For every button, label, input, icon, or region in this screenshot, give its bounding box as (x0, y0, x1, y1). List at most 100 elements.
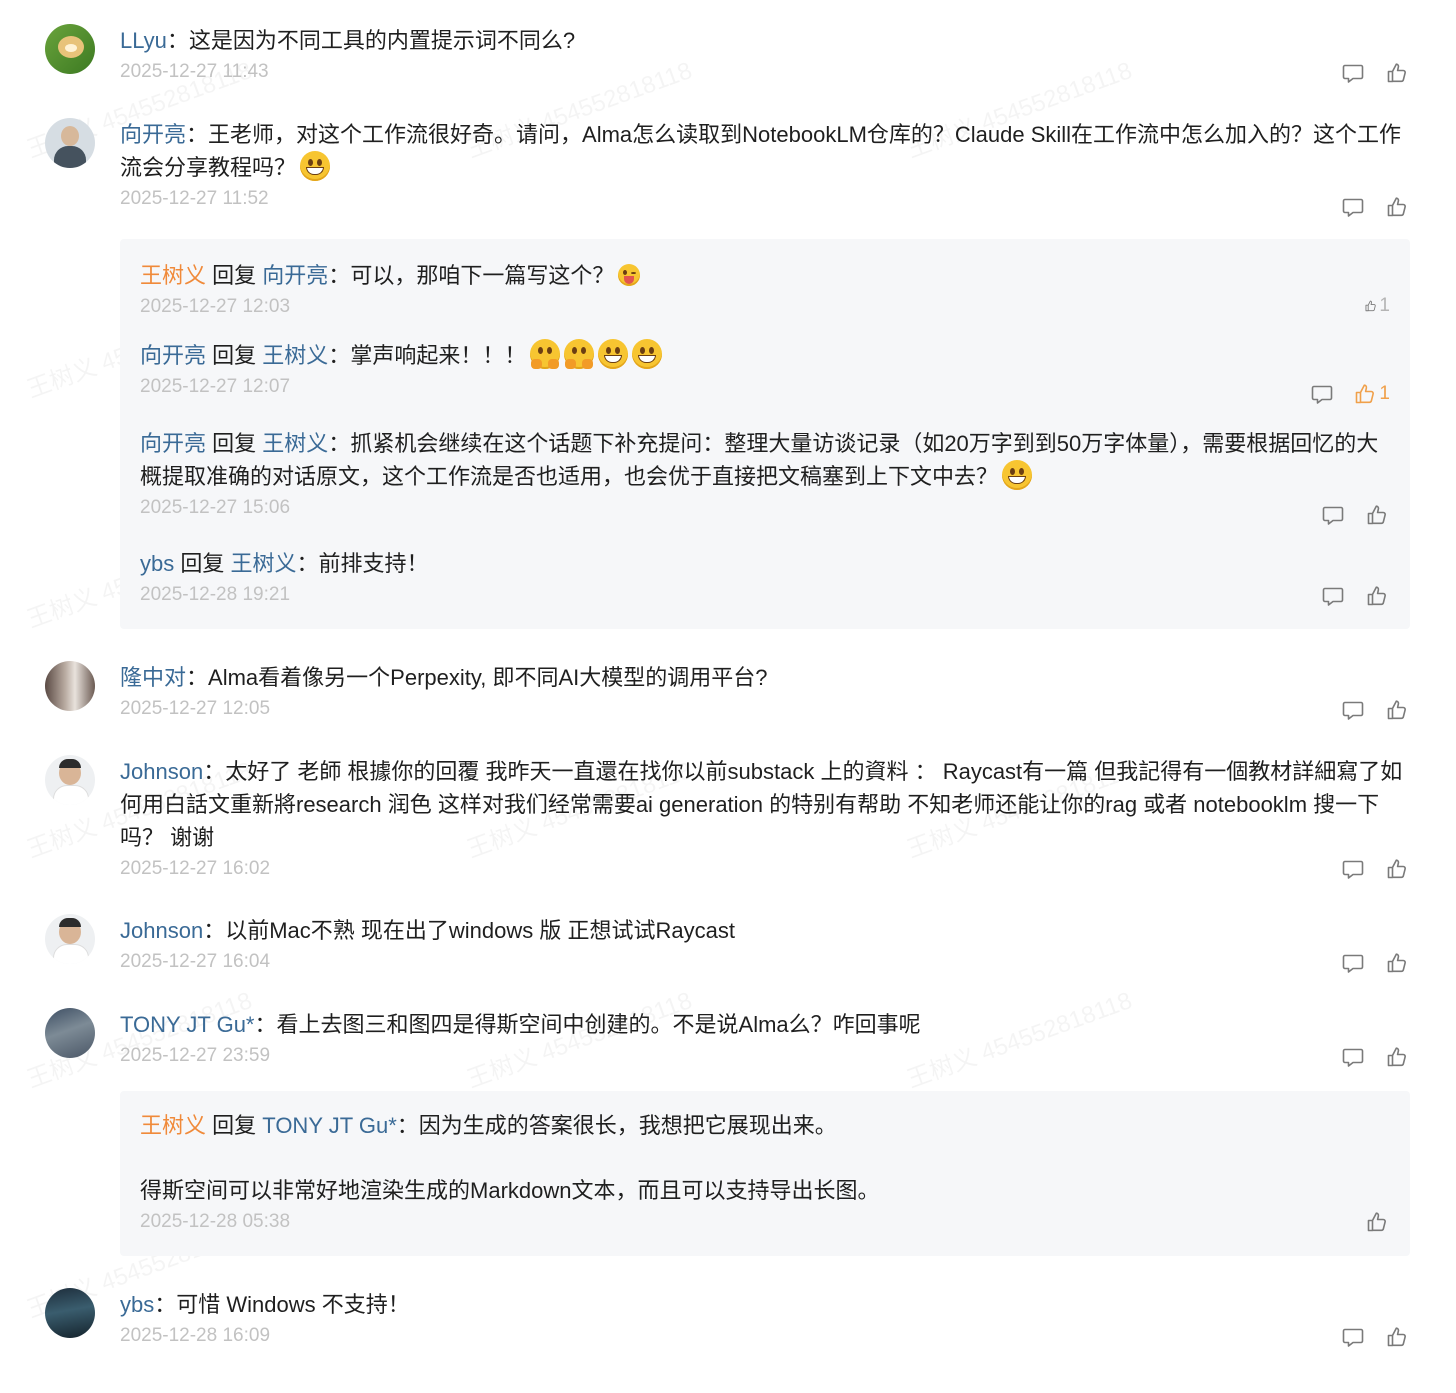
comment-body: ybs：可惜 Windows 不支持！ 2025-12-28 16:09 (120, 1288, 1410, 1349)
username-link[interactable]: 向开亮 (120, 122, 186, 147)
grin-emoji (1002, 460, 1033, 490)
comment-actions (1340, 697, 1410, 723)
comment-text: 隆中对：Alma看着像另一个Perpexity, 即不同AI大模型的调用平台? (120, 665, 768, 690)
like-icon[interactable] (1364, 1209, 1390, 1235)
reply-text: ybs 回复 王树义：前排支持！ (140, 551, 429, 576)
author-link[interactable]: ybs (140, 551, 174, 576)
like-count: 1 (1379, 295, 1390, 316)
reply-item: ybs 回复 王树义：前排支持！ 2025-12-28 19:21 (140, 547, 1390, 608)
like-icon[interactable] (1384, 856, 1410, 882)
reply-actions (1320, 502, 1390, 528)
like-icon[interactable] (1384, 1044, 1410, 1070)
reply-to-link[interactable]: 向开亮 (262, 263, 328, 288)
author-link[interactable]: 王树义 (140, 263, 206, 288)
comment-actions (1340, 950, 1410, 976)
comment-icon[interactable] (1340, 856, 1366, 882)
reply-to-link[interactable]: TONY JT Gu* (262, 1113, 397, 1138)
reply-item: 王树义 回复 向开亮：可以，那咱下一篇写这个？ 2025-12-27 12:03… (140, 259, 1390, 320)
reply-text: 王树义 回复 向开亮：可以，那咱下一篇写这个？ (140, 259, 1390, 292)
like-icon[interactable] (1384, 697, 1410, 723)
reply-to-link[interactable]: 王树义 (262, 431, 328, 456)
timestamp: 2025-12-27 11:43 (120, 61, 269, 82)
like-icon[interactable] (1384, 1324, 1410, 1350)
comment-body: Johnson：以前Mac不熟 现在出了windows 版 正想试试Raycas… (120, 914, 1410, 975)
reply-text: 王树义 回复 TONY JT Gu*：因为生成的答案很长，我想把它展现出来。 (140, 1113, 837, 1138)
reply-actions (1364, 1209, 1390, 1235)
comment-body: TONY JT Gu*：看上去图三和图四是得斯空间中创建的。不是说Alma么？咋… (120, 1008, 1410, 1069)
city-avatar[interactable] (45, 1288, 95, 1338)
username-link[interactable]: Johnson (120, 918, 203, 943)
username-link[interactable]: LLyu (120, 28, 167, 53)
reply-text-paragraph: 得斯空间可以非常好地渲染生成的Markdown文本，而且可以支持导出长图。 (140, 1178, 880, 1203)
figure-avatar[interactable] (45, 661, 95, 711)
comment-body: LLyu：这是因为不同工具的内置提示词不同么? 2025-12-27 11:43 (120, 24, 1410, 85)
like-icon[interactable]: 1 (1364, 293, 1390, 319)
johnson-avatar[interactable] (45, 914, 95, 964)
like-icon[interactable] (1384, 60, 1410, 86)
comment-actions (1340, 60, 1410, 86)
timestamp: 2025-12-27 23:59 (120, 1045, 271, 1066)
street-avatar[interactable] (45, 1008, 95, 1058)
author-link[interactable]: 王树义 (140, 1113, 206, 1138)
like-icon[interactable] (1364, 583, 1390, 609)
username-link[interactable]: 隆中对 (120, 665, 186, 690)
author-link[interactable]: 向开亮 (140, 343, 206, 368)
reply-actions (1320, 583, 1390, 609)
timestamp: 2025-12-28 16:09 (120, 1325, 271, 1346)
dog-avatar[interactable] (45, 24, 95, 74)
timestamp: 2025-12-27 16:04 (120, 951, 271, 972)
grin-emoji (598, 339, 629, 369)
comment-actions (1340, 856, 1410, 882)
comment-icon[interactable] (1320, 502, 1346, 528)
grin-emoji (632, 339, 663, 369)
username-link[interactable]: TONY JT Gu* (120, 1012, 255, 1037)
reply-to-link[interactable]: 王树义 (262, 343, 328, 368)
comment-icon[interactable] (1340, 194, 1366, 220)
comment-body: Johnson：太好了 老師 根據你的回覆 我昨天一直還在找你以前substac… (120, 755, 1410, 882)
comment-actions (1340, 1044, 1410, 1070)
like-icon-active[interactable]: 1 (1353, 381, 1390, 407)
reply-actions: 1 (1309, 381, 1390, 407)
comment-icon[interactable] (1340, 950, 1366, 976)
comment-text: 向开亮：王老师，对这个工作流很好奇。请问，Alma怎么读取到NotebookLM… (120, 122, 1402, 181)
reply-item: 王树义 回复 TONY JT Gu*：因为生成的答案很长，我想把它展现出来。 得… (140, 1109, 1390, 1235)
username-link[interactable]: ybs (120, 1292, 154, 1317)
johnson-avatar[interactable] (45, 755, 95, 805)
comment-icon[interactable] (1340, 1324, 1366, 1350)
reply-text: 向开亮 回复 王树义：掌声响起来！！！ (140, 339, 1390, 372)
like-icon[interactable] (1384, 194, 1410, 220)
author-link[interactable]: 向开亮 (140, 431, 206, 456)
reply-thread: 王树义 回复 向开亮：可以，那咱下一篇写这个？ 2025-12-27 12:03… (120, 239, 1410, 629)
comment-icon[interactable] (1320, 583, 1346, 609)
reply-thread: 王树义 回复 TONY JT Gu*：因为生成的答案很长，我想把它展现出来。 得… (120, 1091, 1410, 1256)
hug-emoji (530, 339, 561, 369)
grin-emoji (300, 151, 331, 181)
comment-text: ybs：可惜 Windows 不支持！ (120, 1292, 410, 1317)
comment-text: TONY JT Gu*：看上去图三和图四是得斯空间中创建的。不是说Alma么？咋… (120, 1012, 921, 1037)
comment-icon[interactable] (1340, 60, 1366, 86)
comment-actions (1340, 194, 1410, 220)
man-avatar[interactable] (45, 118, 95, 168)
timestamp: 2025-12-27 16:02 (120, 858, 271, 879)
comment-icon[interactable] (1309, 381, 1335, 407)
like-count: 1 (1379, 383, 1390, 404)
username-link[interactable]: Johnson (120, 759, 203, 784)
like-icon[interactable] (1364, 502, 1390, 528)
reply-actions: 1 (1364, 293, 1390, 319)
timestamp: 2025-12-27 12:07 (140, 376, 291, 397)
comment-icon[interactable] (1340, 1044, 1366, 1070)
comment-body: 向开亮：王老师，对这个工作流很好奇。请问，Alma怎么读取到NotebookLM… (120, 118, 1410, 212)
like-icon[interactable] (1384, 950, 1410, 976)
timestamp: 2025-12-27 12:05 (120, 698, 271, 719)
reply-item: 向开亮 回复 王树义：掌声响起来！！！ 2025-12-27 12:07 1 (140, 339, 1390, 404)
comment-actions (1340, 1324, 1410, 1350)
timestamp: 2025-12-27 11:52 (120, 188, 269, 209)
winking-tongue-emoji (618, 264, 641, 286)
reply-text: 向开亮 回复 王树义：抓紧机会继续在这个话题下补充提问：整理大量访谈记录（如20… (140, 431, 1379, 490)
comment-text: LLyu：这是因为不同工具的内置提示词不同么? (120, 28, 576, 53)
timestamp: 2025-12-28 19:21 (140, 584, 291, 605)
timestamp: 2025-12-27 12:03 (140, 296, 291, 317)
comment-icon[interactable] (1340, 697, 1366, 723)
timestamp: 2025-12-27 15:06 (140, 497, 291, 518)
reply-to-link[interactable]: 王树义 (231, 551, 297, 576)
